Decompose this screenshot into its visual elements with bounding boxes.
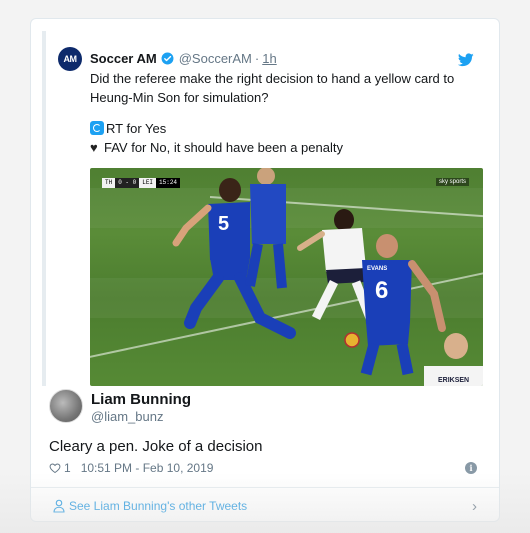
quoted-text-line-2: Heung-Min Son for simulation? <box>90 90 269 105</box>
tweet-meta: 1 10:51 PM - Feb 10, 2019 <box>49 461 213 475</box>
players-illustration: 5 EVANS 6 ERIKSEN <box>172 168 483 386</box>
like-count[interactable]: 1 <box>64 461 71 475</box>
soccer-am-avatar[interactable]: AM <box>58 47 82 71</box>
fav-option-text: FAV for No, it should have been a penalt… <box>104 140 343 155</box>
fav-option: ♥ FAV for No, it should have been a penal… <box>90 138 475 157</box>
quoted-tweet-text: Did the referee make the right decision … <box>90 69 475 157</box>
jersey-name-evans: EVANS <box>367 266 387 272</box>
twitter-bird-icon[interactable] <box>458 53 474 67</box>
quoted-author-handle[interactable]: @SoccerAM <box>179 51 252 66</box>
quoted-tweet-time[interactable]: 1h <box>262 51 276 66</box>
rt-option-text: RT for Yes <box>106 121 167 136</box>
separator-dot: · <box>254 51 260 66</box>
quoted-text-line-1: Did the referee make the right decision … <box>90 71 455 86</box>
liam-bunning-avatar[interactable] <box>49 389 83 423</box>
person-icon <box>53 499 65 513</box>
quoted-tweet-header: Soccer AM @SoccerAM · 1h <box>90 51 277 66</box>
black-heart-icon: ♥ <box>90 140 98 155</box>
quoted-author-name[interactable]: Soccer AM <box>90 51 157 66</box>
jersey-name-eriksen: ERIKSEN <box>438 377 469 384</box>
retweet-emoji-icon <box>90 121 104 135</box>
match-photo[interactable]: TH 0 - 0 LEI 15:24 sky sports 5 EVANS 6 … <box>90 168 483 386</box>
author-name[interactable]: Liam Bunning <box>91 391 191 408</box>
chevron-right-icon[interactable]: › <box>472 498 477 515</box>
jersey-number-6: 6 <box>375 277 388 304</box>
rt-option: RT for Yes <box>90 119 475 138</box>
tweet-text: Cleary a pen. Joke of a decision <box>49 438 263 455</box>
like-heart-icon[interactable] <box>49 462 61 474</box>
embedded-tweet-card: AM Soccer AM @SoccerAM · 1h Did the refe… <box>30 18 500 522</box>
tweet-timestamp[interactable]: 10:51 PM - Feb 10, 2019 <box>81 461 214 475</box>
see-other-tweets-link[interactable]: See Liam Bunning's other Tweets <box>69 499 247 513</box>
verified-badge-icon <box>161 52 174 65</box>
author-handle[interactable]: @liam_bunz <box>91 409 163 424</box>
jersey-number-5: 5 <box>218 213 229 235</box>
quoted-tweet[interactable]: AM Soccer AM @SoccerAM · 1h Did the refe… <box>42 31 488 386</box>
info-icon[interactable]: i <box>465 462 477 474</box>
tweet-footer[interactable]: See Liam Bunning's other Tweets › <box>31 487 499 521</box>
